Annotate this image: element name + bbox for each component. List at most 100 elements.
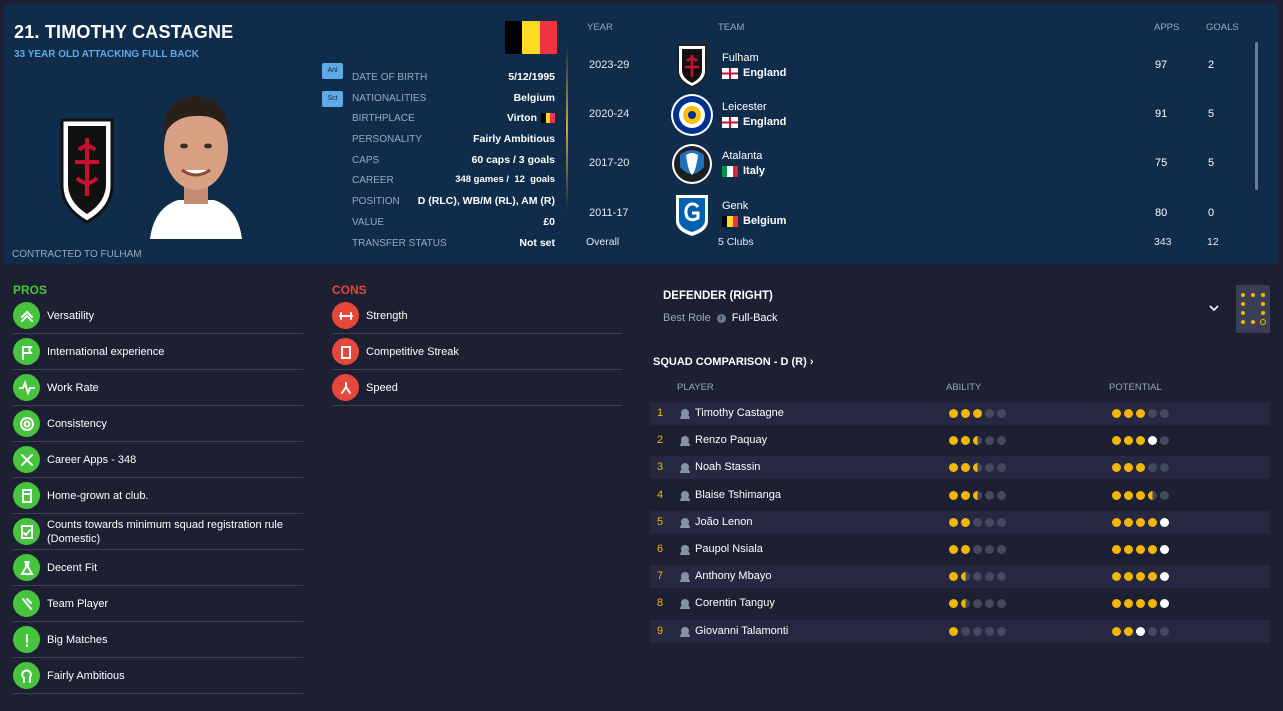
info-row: POSITION D (RLC), WB/M (RL), AM (R) [352, 194, 555, 215]
star-icon [1148, 463, 1157, 472]
star-icon [949, 463, 958, 472]
squad-row[interactable]: 1 Timothy Castagne [650, 402, 1270, 425]
career-team[interactable]: Leicester [722, 101, 767, 113]
pro-item[interactable]: Consistency [13, 406, 303, 442]
analysis-tag-button[interactable]: Anl [322, 63, 343, 79]
potential-rating [1112, 463, 1169, 472]
info-row: VALUE £0 [352, 215, 555, 236]
star-icon [1136, 518, 1145, 527]
squad-row[interactable]: 9 Giovanni Talamonti [650, 620, 1270, 643]
pro-item[interactable]: Counts towards minimum squad registratio… [13, 514, 303, 550]
info-value: D (RLC), WB/M (RL), AM (R) [417, 195, 555, 208]
ability-rating [949, 627, 1006, 636]
pro-item[interactable]: Home-grown at club. [13, 478, 303, 514]
career-team[interactable]: Atalanta [722, 150, 762, 162]
squad-row[interactable]: 7 Anthony Mbayo [650, 565, 1270, 588]
squad-player[interactable]: Giovanni Talamonti [680, 625, 788, 637]
potential-rating [1112, 599, 1169, 608]
squad-player-name: Renzo Paquay [695, 434, 768, 446]
squad-player[interactable]: Blaise Tshimanga [680, 489, 781, 501]
star-icon [1148, 627, 1157, 636]
pro-item[interactable]: Big Matches [13, 622, 303, 658]
pro-item[interactable]: Fairly Ambitious [13, 658, 303, 694]
career-row[interactable]: 2017-20 Atalanta Italy 75 5 [580, 140, 1260, 188]
career-team[interactable]: Genk [722, 200, 748, 212]
squad-player[interactable]: Paupol Nsiala [680, 543, 763, 555]
star-icon [973, 627, 982, 636]
career-row[interactable]: 2020-24 Leicester England 91 5 [580, 91, 1260, 139]
atalanta-crest-icon[interactable] [670, 141, 714, 187]
star-icon [1160, 409, 1169, 418]
info-row: CAPS 60 caps / 3 goals [352, 153, 555, 174]
career-team[interactable]: Fulham [722, 52, 759, 64]
con-item[interactable]: Speed [332, 370, 622, 406]
squad-rank: 4 [657, 489, 664, 501]
ability-rating [949, 436, 1006, 445]
star-icon [973, 436, 982, 445]
info-value[interactable]: Belgium [514, 92, 555, 104]
squad-player[interactable]: Anthony Mbayo [680, 570, 771, 582]
pro-item[interactable]: International experience [13, 334, 303, 370]
squad-player[interactable]: Renzo Paquay [680, 434, 768, 446]
belgium-flag-icon [541, 113, 556, 124]
career-goals: 0 [1208, 207, 1215, 219]
info-label: DATE OF BIRTH [352, 72, 428, 83]
career-header-goals: GOALS [1206, 22, 1239, 33]
pro-item[interactable]: Work Rate [13, 370, 303, 406]
role-title: DEFENDER (RIGHT) [663, 290, 773, 302]
info-label: CAPS [352, 154, 380, 166]
squad-rank: 6 [657, 543, 664, 555]
star-icon [985, 599, 994, 608]
star-icon [1124, 599, 1133, 608]
squad-comparison-title[interactable]: SQUAD COMPARISON - D (R) › [653, 356, 814, 368]
star-icon [997, 463, 1006, 472]
pro-item[interactable]: Team Player [13, 586, 303, 622]
best-role-value[interactable]: Full-Back [732, 312, 778, 324]
star-icon [1160, 518, 1169, 527]
ability-rating [949, 463, 1006, 472]
squad-player-name: Paupol Nsiala [695, 543, 763, 555]
squad-row[interactable]: 4 Blaise Tshimanga [650, 484, 1270, 507]
star-icon [1112, 518, 1121, 527]
squad-row[interactable]: 3 Noah Stassin [650, 456, 1270, 479]
info-label: CAREER [352, 175, 394, 187]
info-label: PERSONALITY [352, 134, 423, 146]
squad-row[interactable]: 8 Corentin Tanguy [650, 592, 1270, 615]
career-row[interactable]: 2023-29 Fulham England 97 2 [580, 42, 1260, 90]
squad-player[interactable]: Noah Stassin [680, 461, 761, 473]
chevron-down-icon[interactable] [1209, 303, 1219, 313]
pro-item[interactable]: Career Apps - 348 [13, 442, 303, 478]
chevron-right-icon: › [806, 356, 814, 368]
star-icon [1148, 572, 1157, 581]
star-icon [949, 518, 958, 527]
career-goals: 2 [1208, 59, 1215, 71]
player-profile: 21. TIMOTHY CASTAGNE 33 YEAR OLD ATTACKI… [0, 0, 1283, 711]
squad-player[interactable]: Corentin Tanguy [680, 597, 775, 609]
star-icon [985, 436, 994, 445]
pro-item[interactable]: Versatility [13, 298, 303, 334]
squad-player[interactable]: Timothy Castagne [680, 407, 784, 419]
con-item[interactable]: Strength [332, 298, 622, 334]
star-icon [1112, 491, 1121, 500]
info-row: BIRTHPLACE Virton [352, 111, 556, 132]
career-scrollbar[interactable] [1255, 42, 1258, 190]
squad-row[interactable]: 5 João Lenon [650, 511, 1270, 534]
star-icon [997, 545, 1006, 554]
ability-rating [949, 491, 1006, 500]
con-item[interactable]: Competitive Streak [332, 334, 622, 370]
squad-player-name: Noah Stassin [695, 461, 761, 473]
scout-tag-button[interactable]: Sct [322, 91, 343, 107]
star-icon [961, 599, 970, 608]
pro-item[interactable]: Decent Fit [13, 550, 303, 586]
career-year: 2011-17 [589, 207, 629, 219]
squad-player[interactable]: João Lenon [680, 516, 753, 528]
squad-row[interactable]: 6 Paupol Nsiala [650, 538, 1270, 561]
info-icon[interactable]: i [716, 313, 726, 323]
squad-row[interactable]: 2 Renzo Paquay [650, 429, 1270, 452]
leicester-crest-icon[interactable] [670, 92, 714, 138]
fulham-crest-icon[interactable] [670, 43, 714, 89]
genk-crest-icon[interactable] [670, 191, 714, 237]
club-crest-icon[interactable] [59, 116, 115, 226]
pro-attribute-icon [13, 446, 40, 473]
career-row[interactable]: 2011-17 Genk Belgium 80 0 [580, 190, 1260, 238]
